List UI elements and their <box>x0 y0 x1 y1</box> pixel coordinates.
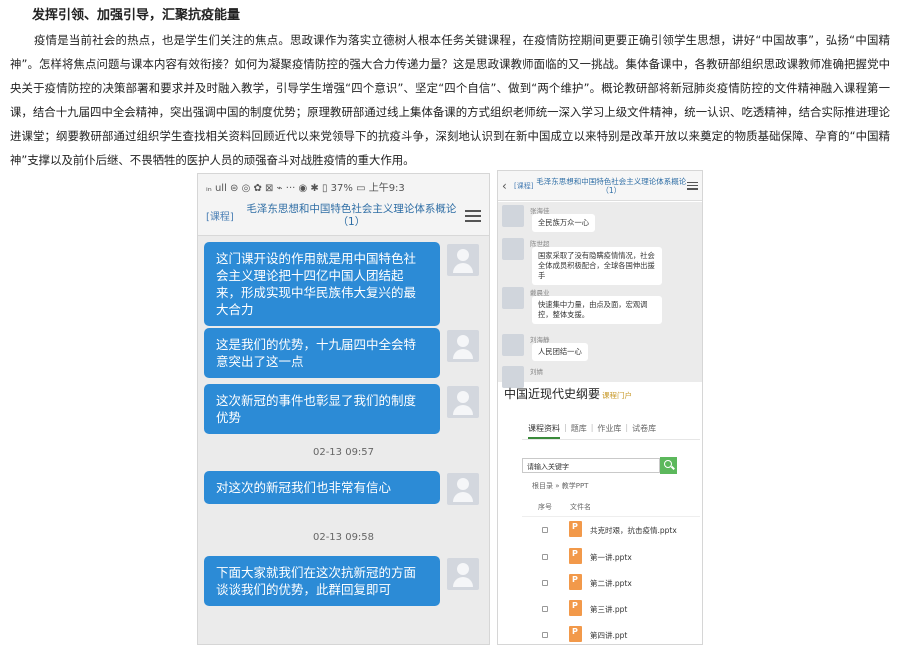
table-row[interactable]: 第一讲.pptx <box>522 545 700 571</box>
search-input[interactable]: 请输入关键字 <box>522 458 660 473</box>
file-name[interactable]: 第一讲.pptx <box>590 552 632 563</box>
status-bar: ᵢₙ ull ⊜ ◎ ✿ ⊠ ⌁ ··· ◉ ✱ ▯ 37% ▭ 上午9:3 <box>198 174 489 196</box>
menu-icon[interactable] <box>465 209 481 222</box>
article-heading: 发挥引领、加强引导，汇聚抗疫能量 <box>32 8 241 23</box>
avatar <box>502 205 524 227</box>
file-table-header: 序号 文件名 <box>522 502 700 517</box>
chat-bubble: 全民族万众一心 <box>532 214 596 232</box>
article: 发挥引领、加强引导，汇聚抗疫能量 疫情是当前社会的热点，也是学生们关注的焦点。思… <box>10 0 890 172</box>
table-row[interactable]: 第二讲.pptx <box>522 571 700 597</box>
course-title: 中国近现代史纲要 课程门户 <box>504 385 632 402</box>
chat-area: 张海佳 全民族万众一心 陈世超 国家采取了没有隐瞒疫情情况，社会全体成员积极配合… <box>498 202 702 388</box>
chat-message: 这门课开设的作用就是用中国特色社会主义理论把十四亿中国人团结起来，形成实现中华民… <box>204 242 440 326</box>
search-icon[interactable] <box>660 457 677 474</box>
chat-message: 对这次的新冠我们也非常有信心 <box>204 471 440 504</box>
column-header-number: 序号 <box>538 503 552 511</box>
column-header-filename: 文件名 <box>570 503 591 511</box>
tabs-divider <box>522 439 700 440</box>
tab-separator: | <box>590 423 594 432</box>
ppt-file-icon <box>569 626 582 642</box>
resource-tabs: 课程资料 | 题库 | 作业库 | 试卷库 <box>528 423 656 439</box>
row-checkbox[interactable] <box>542 527 548 533</box>
file-name[interactable]: 第四讲.ppt <box>590 630 627 641</box>
breadcrumb[interactable]: 根目录 » 教学PPT <box>532 481 588 491</box>
avatar <box>447 473 479 505</box>
tab-question-bank[interactable]: 题库 <box>571 423 587 439</box>
ppt-file-icon <box>569 548 582 564</box>
chat-bubble: 人民团结一心 <box>532 343 588 361</box>
ppt-file-icon <box>569 574 582 590</box>
back-arrow-icon[interactable]: ‹ <box>502 179 514 193</box>
avatar <box>447 386 479 418</box>
tab-exam-bank[interactable]: 试卷库 <box>632 423 656 439</box>
row-checkbox[interactable] <box>542 580 548 586</box>
chat-message: 这是我们的优势，十九届四中全会特意突出了这一点 <box>204 328 440 378</box>
timestamp: 02-13 09:57 <box>312 447 375 458</box>
menu-icon[interactable] <box>687 181 698 190</box>
row-checkbox[interactable] <box>542 632 548 638</box>
tab-separator: | <box>625 423 629 432</box>
chat-header: ‹ [课程] 毛泽东思想和中国特色社会主义理论体系概论（1） <box>498 171 702 201</box>
chat-title: 毛泽东思想和中国特色社会主义理论体系概论（1） <box>246 202 457 228</box>
tab-course-materials[interactable]: 课程资料 <box>528 423 560 439</box>
course-portal-link[interactable]: 课程门户 <box>602 391 632 400</box>
ppt-file-icon <box>569 600 582 616</box>
chat-header: [课程] 毛泽东思想和中国特色社会主义理论体系概论（1） <box>198 196 489 236</box>
course-tag: [课程] <box>514 181 534 190</box>
chat-bubble: 国家采取了没有隐瞒疫情情况，社会全体成员积极配合，全球各国伸出援手 <box>532 247 662 285</box>
file-name[interactable]: 共克时艰，抗击疫情.pptx <box>590 525 677 536</box>
chat-message: 下面大家就我们在这次抗新冠的方面谈谈我们的优势，此群回复即可 <box>204 556 440 606</box>
avatar <box>502 238 524 260</box>
row-checkbox[interactable] <box>542 606 548 612</box>
table-row[interactable]: 共克时艰，抗击疫情.pptx <box>522 518 700 544</box>
article-paragraph: 疫情是当前社会的热点，也是学生们关注的焦点。思政课作为落实立德树人根本任务关键课… <box>10 33 890 167</box>
avatar <box>502 287 524 309</box>
file-name[interactable]: 第二讲.pptx <box>590 578 632 589</box>
chat-message: 这次新冠的事件也彰显了我们的制度优势 <box>204 384 440 434</box>
ppt-file-icon <box>569 521 582 537</box>
timestamp: 02-13 09:58 <box>312 532 375 543</box>
course-screenshot-right: ‹ [课程] 毛泽东思想和中国特色社会主义理论体系概论（1） 张海佳 全民族万众… <box>497 170 703 645</box>
sender-name: 刘婧 <box>530 368 543 376</box>
course-tag: [课程] <box>206 212 234 223</box>
avatar <box>447 244 479 276</box>
row-checkbox[interactable] <box>542 554 548 560</box>
file-name[interactable]: 第三讲.ppt <box>590 604 627 615</box>
chat-screenshot-left: ᵢₙ ull ⊜ ◎ ✿ ⊠ ⌁ ··· ◉ ✱ ▯ 37% ▭ 上午9:3 [… <box>197 173 490 645</box>
chat-title: 毛泽东思想和中国特色社会主义理论体系概论（1） <box>536 176 687 195</box>
course-title-text: 中国近现代史纲要 <box>504 387 601 401</box>
tab-separator: | <box>564 423 567 432</box>
avatar <box>447 330 479 362</box>
chat-bubble: 快速集中力量，由点及面，宏观调控，整体支援。 <box>532 296 662 324</box>
avatar <box>502 334 524 356</box>
avatar <box>447 558 479 590</box>
tab-homework-bank[interactable]: 作业库 <box>597 423 621 439</box>
table-row[interactable]: 第三讲.ppt <box>522 597 700 623</box>
table-row[interactable]: 第四讲.ppt <box>522 623 700 644</box>
